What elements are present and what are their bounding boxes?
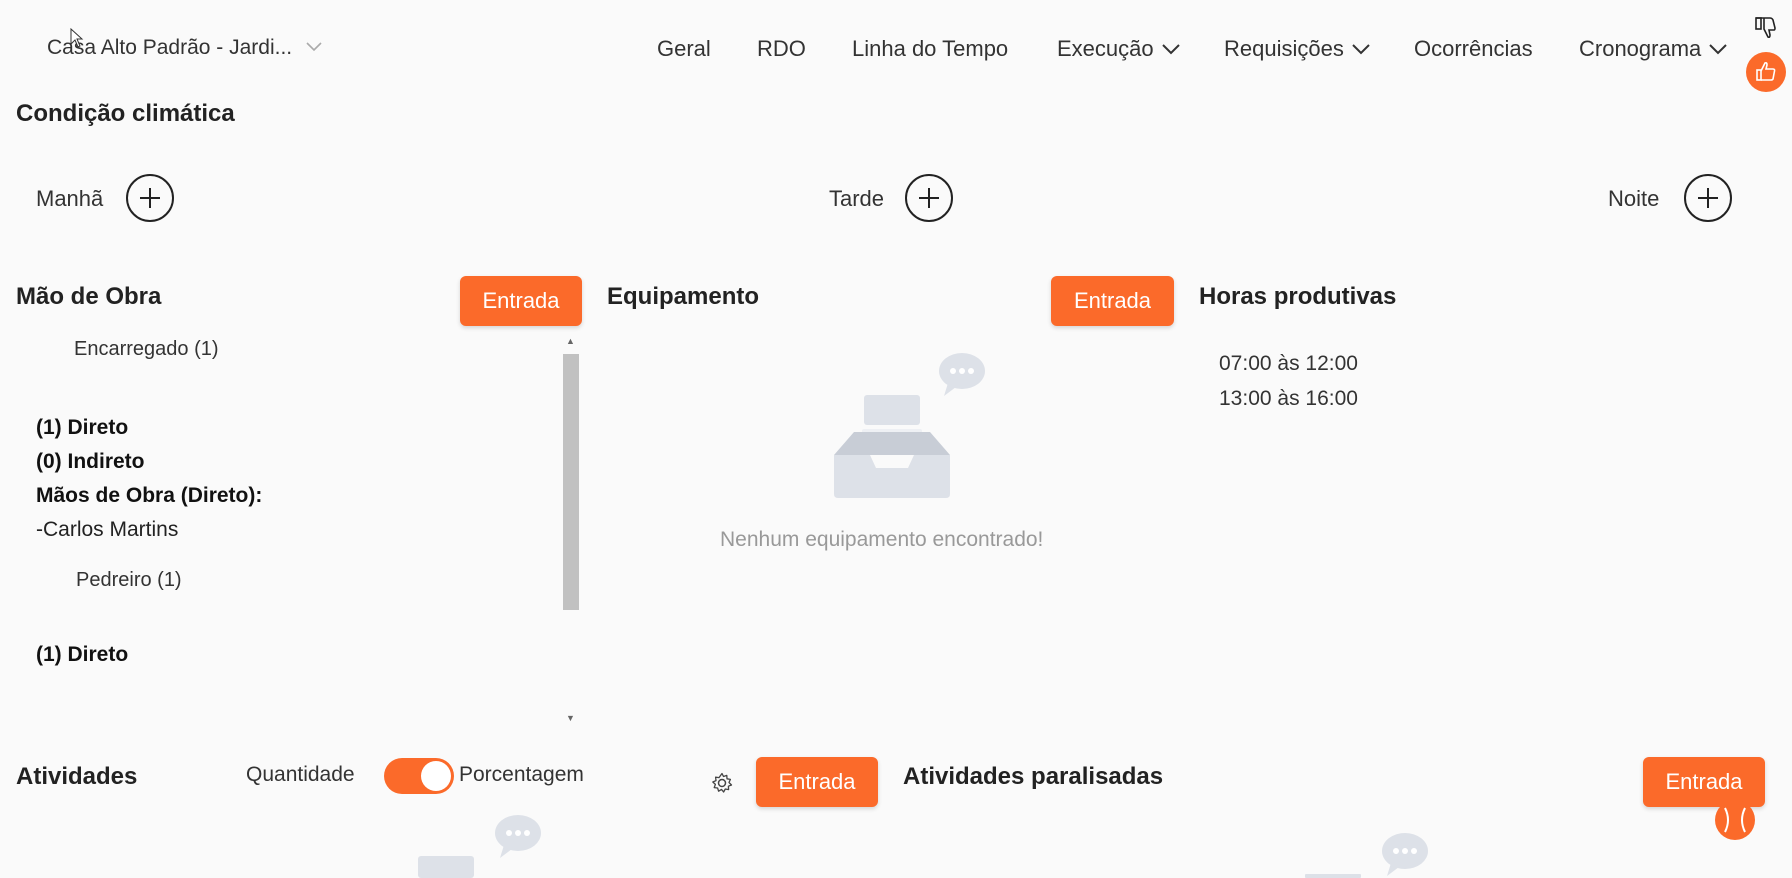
productive-hours-list: 07:00 às 12:00 13:00 às 16:00 — [1219, 346, 1358, 416]
weather-section-title: Condição climática — [16, 100, 235, 127]
nav-ocorrencias[interactable]: Ocorrências — [1414, 36, 1533, 62]
direct-count: (1) Direto — [36, 643, 129, 666]
labor-list[interactable]: Encarregado (1) (1) Direto (0) Indireto … — [18, 338, 578, 733]
worker-name: -Carlos Martins — [36, 518, 179, 541]
scroll-up-icon[interactable]: ▲ — [566, 336, 575, 346]
labor-section-title: Mão de Obra — [16, 283, 162, 310]
add-afternoon-weather-button[interactable] — [905, 174, 953, 222]
add-night-weather-button[interactable] — [1684, 174, 1732, 222]
plus-icon — [919, 188, 939, 208]
equipment-section-title: Equipamento — [607, 283, 760, 310]
nav-label: RDO — [757, 36, 806, 61]
nav-linha-do-tempo[interactable]: Linha do Tempo — [852, 36, 1008, 62]
direct-labor-header: Mãos de Obra (Direto): — [36, 484, 263, 507]
nav-label: Requisições — [1224, 36, 1344, 61]
weather-night-label: Noite — [1608, 186, 1660, 211]
weather-afternoon-label: Tarde — [829, 186, 885, 211]
equipment-empty-message: Nenhum equipamento encontrado! — [720, 528, 1044, 551]
toggle-percentage-label: Porcentagem — [459, 763, 584, 786]
nav-rdo[interactable]: RDO — [757, 36, 806, 62]
hours-range: 13:00 às 16:00 — [1219, 387, 1358, 410]
indirect-count: (0) Indireto — [36, 450, 145, 473]
empty-inbox-icon — [418, 812, 548, 878]
quantity-percentage-toggle[interactable] — [384, 758, 454, 794]
nav-execucao[interactable]: Execução — [1057, 36, 1180, 62]
nav-cronograma[interactable]: Cronograma — [1579, 36, 1727, 62]
labor-role: Pedreiro (1) — [76, 569, 182, 591]
labor-scrollbar[interactable]: ▲ ▼ — [562, 336, 580, 730]
chevron-down-icon — [1161, 44, 1180, 55]
nav-label: Linha do Tempo — [852, 36, 1009, 61]
scroll-down-icon[interactable]: ▼ — [566, 713, 575, 723]
productive-hours-title: Horas produtivas — [1199, 283, 1397, 310]
nav-label: Execução — [1057, 36, 1154, 61]
activities-section-title: Atividades — [16, 763, 138, 790]
chevron-down-icon — [1709, 44, 1727, 55]
gear-icon[interactable] — [711, 772, 733, 799]
add-morning-weather-button[interactable] — [126, 174, 174, 222]
thumbs-down-icon[interactable] — [1754, 16, 1776, 40]
nav-geral[interactable]: Geral — [657, 36, 711, 62]
nav-requisicoes[interactable]: Requisições — [1224, 36, 1370, 62]
empty-inbox-icon — [1305, 832, 1435, 878]
nav-label: Cronograma — [1579, 36, 1702, 61]
toggle-knob — [421, 761, 451, 791]
weather-morning-label: Manhã — [36, 186, 104, 211]
empty-inbox-icon — [830, 350, 990, 505]
floating-action-button[interactable] — [1715, 800, 1755, 840]
activities-entry-button[interactable]: Entrada — [756, 757, 878, 807]
toggle-quantity-label: Quantidade — [246, 763, 355, 786]
plus-icon — [1698, 188, 1718, 208]
chevron-down-icon — [1352, 44, 1370, 55]
nav-label: Geral — [657, 36, 711, 61]
thumbs-up-icon[interactable] — [1746, 52, 1786, 92]
hours-range: 07:00 às 12:00 — [1219, 352, 1358, 375]
labor-entry-button[interactable]: Entrada — [460, 276, 582, 326]
scroll-thumb[interactable] — [563, 354, 579, 610]
nav-label: Ocorrências — [1414, 36, 1533, 61]
top-navigation: Geral RDO Linha do Tempo Execução Requis… — [0, 36, 1792, 66]
direct-count: (1) Direto — [36, 416, 129, 439]
labor-role: Encarregado (1) — [74, 338, 219, 360]
paused-activities-title: Atividades paralisadas — [903, 763, 1164, 790]
equipment-entry-button[interactable]: Entrada — [1051, 276, 1174, 326]
plus-icon — [140, 188, 160, 208]
